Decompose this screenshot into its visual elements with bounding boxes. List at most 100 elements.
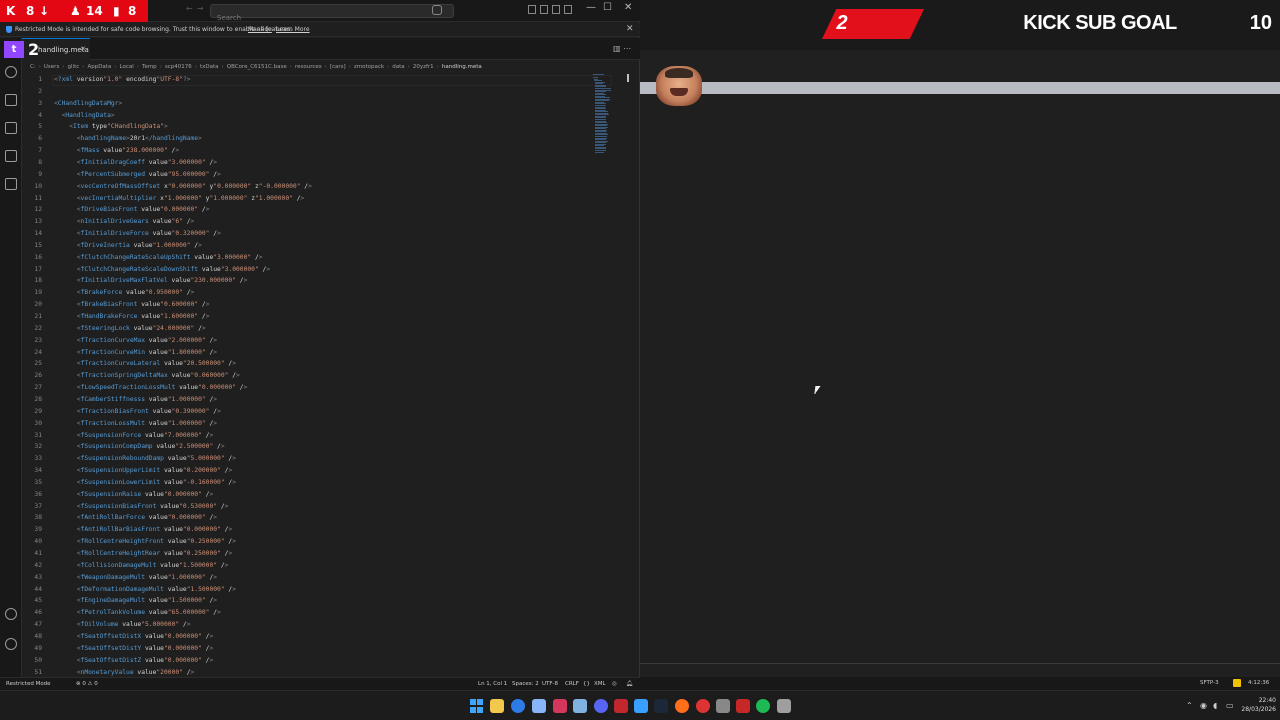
- vscode-icon[interactable]: [573, 699, 587, 713]
- close-banner-icon[interactable]: ✕: [626, 24, 634, 34]
- code-line[interactable]: 6 <handlingName>20r1</handlingName>: [22, 133, 622, 145]
- breadcrumb-segment[interactable]: scp40176: [165, 64, 192, 70]
- split-editor-icon[interactable]: ▥: [613, 44, 621, 53]
- lock-icon[interactable]: [1233, 679, 1241, 687]
- edge-icon[interactable]: [511, 699, 525, 713]
- learn-more-link[interactable]: Learn More: [276, 26, 310, 33]
- windows-start-icon[interactable]: [470, 699, 484, 713]
- code-line[interactable]: 36 <fSuspensionRaise value"0.000000" />: [22, 489, 622, 501]
- code-editor[interactable]: 1 <?xml version"1.0" encoding"UTF-8"?> 2 3 <…: [22, 73, 622, 677]
- code-line[interactable]: 51 <nMonetaryValue value"20000" />: [22, 667, 622, 678]
- braces-status[interactable]: {}: [583, 681, 590, 687]
- code-line[interactable]: 19 <fBrakeForce value"0.950000" />: [22, 287, 622, 299]
- code-line[interactable]: 23 <fTractionCurveMax value"2.000000" />: [22, 335, 622, 347]
- breadcrumb-file[interactable]: handling.meta: [442, 64, 482, 70]
- more-actions-icon[interactable]: ⋯: [623, 44, 631, 53]
- browser-icon[interactable]: [532, 699, 546, 713]
- breadcrumb-segment[interactable]: QBCore_C6151C.base: [227, 64, 287, 70]
- discord-icon[interactable]: [594, 699, 608, 713]
- breadcrumb-segment[interactable]: Users: [44, 64, 59, 70]
- toggle-secondary-sidebar-icon[interactable]: [552, 5, 560, 14]
- code-line[interactable]: 5 <Item type"CHandlingData">: [22, 121, 622, 133]
- breadcrumb-segment[interactable]: [cars]: [330, 64, 346, 70]
- code-line[interactable]: 42 <fCollisionDamageMult value"1.500000"…: [22, 560, 622, 572]
- maximize-icon[interactable]: ☐: [603, 2, 612, 13]
- code-line[interactable]: 18 <fInitialDriveMaxFlatVel value"230.00…: [22, 275, 622, 287]
- code-line[interactable]: 35 <fSuspensionLowerLimit value"-0.16000…: [22, 477, 622, 489]
- code-line[interactable]: 8 <fInitialDragCoeff value"3.000000" />: [22, 157, 622, 169]
- cursor-position-status[interactable]: Ln 1, Col 1: [478, 681, 507, 687]
- code-line[interactable]: 48 <fSeatOffsetDistX value"0.000000" />: [22, 631, 622, 643]
- eol-status[interactable]: CRLF: [565, 681, 579, 687]
- spotify-icon[interactable]: [756, 699, 770, 713]
- code-line[interactable]: 20 <fBrakeBiasFront value"0.600000" />: [22, 299, 622, 311]
- breadcrumb-segment[interactable]: glitc: [68, 64, 80, 70]
- notifications-icon[interactable]: 🔔︎: [626, 681, 633, 687]
- code-line[interactable]: 34 <fSuspensionUpperLimit value"0.200000…: [22, 465, 622, 477]
- breadcrumb-segment[interactable]: Temp: [142, 64, 157, 70]
- code-line[interactable]: 13 <nInitialDriveGears value"6" />: [22, 216, 622, 228]
- breadcrumb-segment[interactable]: zmotopack: [354, 64, 384, 70]
- code-line[interactable]: 43 <fWeaponDamageMult value"1.000000" />: [22, 572, 622, 584]
- code-line[interactable]: 38 <fAntiRollBarForce value"0.000000" />: [22, 512, 622, 524]
- extensions-icon[interactable]: [5, 178, 17, 190]
- gear-icon[interactable]: [5, 638, 17, 650]
- breadcrumb-segment[interactable]: AppData: [87, 64, 111, 70]
- code-line[interactable]: 26 <fTractionSpringDeltaMax value"0.0600…: [22, 370, 622, 382]
- account-icon[interactable]: [5, 608, 17, 620]
- nav-arrows[interactable]: ←→: [186, 4, 207, 13]
- search-icon[interactable]: [5, 66, 17, 78]
- volume-icon[interactable]: ◖: [1213, 701, 1217, 710]
- run-debug-icon[interactable]: [5, 122, 17, 134]
- code-line[interactable]: 17 <fClutchChangeRateScaleDownShift valu…: [22, 264, 622, 276]
- code-line[interactable]: 30 <fTractionLossMult value"1.000000" />: [22, 418, 622, 430]
- browser-content[interactable]: [640, 94, 1280, 664]
- encoding-status[interactable]: UTF-8: [542, 681, 558, 687]
- source-control-icon[interactable]: [5, 94, 17, 106]
- code-line[interactable]: 9 <fPercentSubmerged value"95.000000" />: [22, 169, 622, 181]
- code-line[interactable]: 4 <HandlingData>: [22, 110, 622, 122]
- taskbar-clock[interactable]: 22:40 28/03/2026: [1232, 696, 1276, 714]
- code-line[interactable]: 21 <fHandBrakeForce value"1.600000" />: [22, 311, 622, 323]
- indentation-status[interactable]: Spaces: 2: [512, 681, 539, 687]
- language-status[interactable]: XML: [594, 681, 606, 687]
- code-line[interactable]: 32 <fSuspensionCompDamp value"2.500000" …: [22, 441, 622, 453]
- code-line[interactable]: 50 <fSeatOffsetDistZ value"0.000000" />: [22, 655, 622, 667]
- code-line[interactable]: 22 <fSteeringLock value"24.000000" />: [22, 323, 622, 335]
- code-line[interactable]: 44 <fDeformationDamageMult value"1.50000…: [22, 584, 622, 596]
- toggle-panel-icon[interactable]: [540, 5, 548, 14]
- command-center[interactable]: [210, 4, 454, 24]
- app-icon[interactable]: [614, 699, 628, 713]
- obs-icon[interactable]: [675, 699, 689, 713]
- code-line[interactable]: 47 <fOilVolume value"5.000000" />: [22, 619, 622, 631]
- browser-toolbar[interactable]: [640, 82, 1280, 94]
- chevron-up-icon[interactable]: ⌃: [1186, 701, 1193, 710]
- steam-icon[interactable]: [654, 699, 668, 713]
- code-line[interactable]: 46 <fPetrolTankVolume value"65.000000" /…: [22, 607, 622, 619]
- code-line[interactable]: 3 <CHandlingDataMgr>: [22, 98, 622, 110]
- code-line[interactable]: 40 <fRollCentreHeightFront value"0.25000…: [22, 536, 622, 548]
- minimize-icon[interactable]: —: [586, 2, 596, 13]
- toggle-sidebar-icon[interactable]: [528, 5, 536, 14]
- code-line[interactable]: 2: [22, 86, 622, 98]
- problems-status[interactable]: ⊗ 0 ⚠ 0: [76, 681, 98, 687]
- xmind-icon[interactable]: [553, 699, 567, 713]
- code-line[interactable]: 16 <fClutchChangeRateScaleUpShift value"…: [22, 252, 622, 264]
- manage-link[interactable]: Manage: [248, 26, 272, 33]
- sftp-status[interactable]: SFTP-3: [1200, 680, 1219, 686]
- breadcrumb-segment[interactable]: resources: [295, 64, 322, 70]
- code-line[interactable]: 15 <fDriveInertia value"1.000000" />: [22, 240, 622, 252]
- code-line[interactable]: 25 <fTractionCurveLateral value"20.50000…: [22, 358, 622, 370]
- network-icon[interactable]: ◉: [1200, 701, 1207, 710]
- code-line[interactable]: 11 <vecInertiaMultiplier x"1.000000" y"1…: [22, 193, 622, 205]
- minimap[interactable]: [593, 74, 613, 156]
- code-line[interactable]: 29 <fTractionBiasFront value"0.390000" /…: [22, 406, 622, 418]
- close-window-icon[interactable]: ✕: [624, 2, 632, 13]
- breadcrumb[interactable]: C: › Users › glitc › AppData › Local › Temp › scp401…: [22, 61, 640, 73]
- breadcrumb-segment[interactable]: txData: [200, 64, 219, 70]
- copilot-icon[interactable]: [432, 5, 442, 15]
- code-line[interactable]: 45 <fEngineDamageMult value"1.500000" />: [22, 595, 622, 607]
- breadcrumb-segment[interactable]: C:: [30, 64, 36, 70]
- code-line[interactable]: 10 <vecCentreOfMassOffset x"0.000000" y"…: [22, 181, 622, 193]
- app-icon-3[interactable]: [696, 699, 710, 713]
